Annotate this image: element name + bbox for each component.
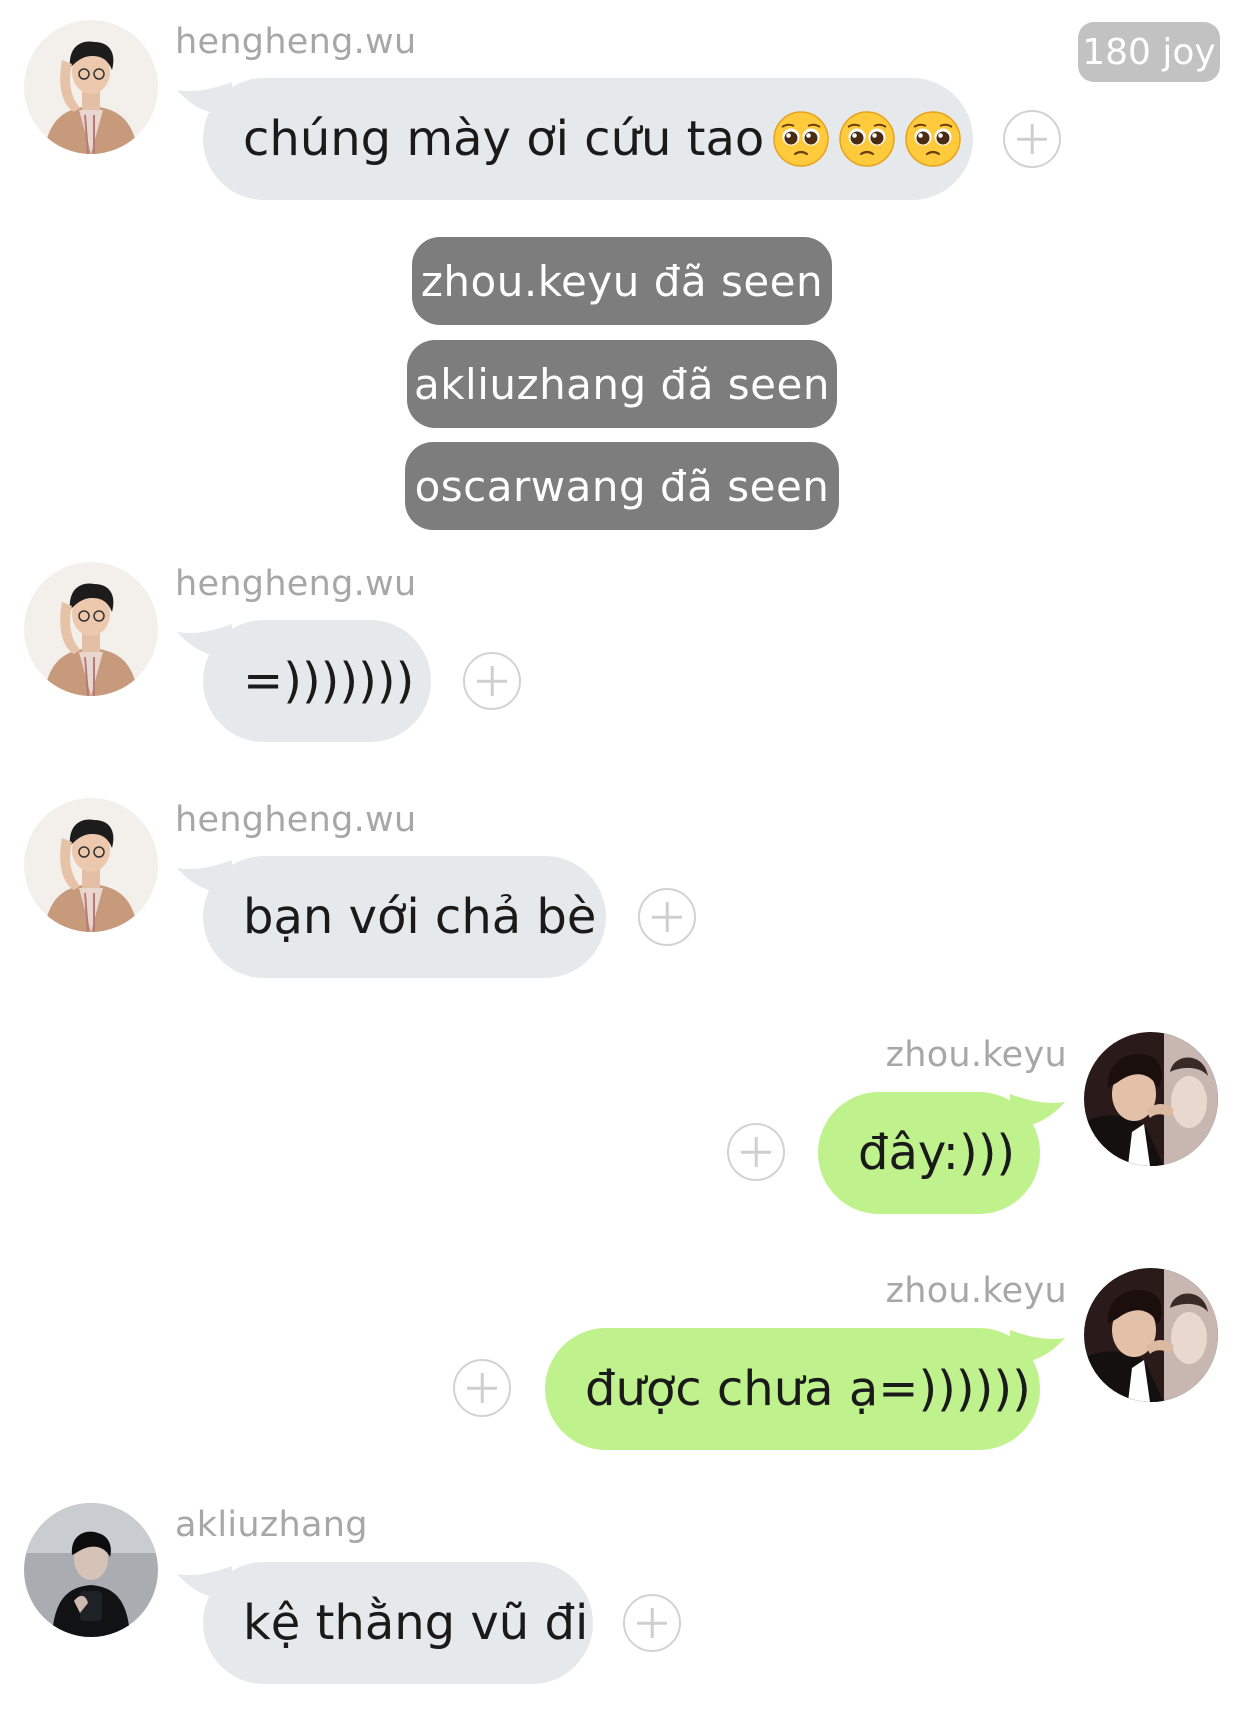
seen-chip: oscarwang đã seen (405, 442, 839, 530)
plus-circle-icon[interactable] (727, 1123, 785, 1181)
avatar-hengheng-wu[interactable] (24, 20, 158, 154)
seen-chip: akliuzhang đã seen (407, 340, 837, 428)
avatar-hengheng-wu[interactable] (24, 798, 158, 932)
message-text: đây:))) (858, 1125, 1016, 1181)
avatar-akliuzhang[interactable] (24, 1503, 158, 1637)
avatar-zhou-keyu[interactable] (1084, 1268, 1218, 1402)
sender-name: hengheng.wu (175, 564, 417, 604)
message-bubble[interactable]: được chưa ạ=)))))) (545, 1328, 1040, 1450)
sender-name: hengheng.wu (175, 22, 417, 62)
message-text: chúng mày ơi cứu tao (243, 111, 765, 167)
joy-badge-label: 180 joy (1082, 31, 1216, 73)
plus-circle-icon[interactable] (463, 652, 521, 710)
message-text: được chưa ạ=)))))) (585, 1361, 1031, 1417)
plus-circle-icon[interactable] (453, 1359, 511, 1417)
seen-chip: zhou.keyu đã seen (412, 237, 832, 325)
avatar-hengheng-wu[interactable] (24, 562, 158, 696)
message-bubble[interactable]: =))))))) (203, 620, 431, 742)
avatar-zhou-keyu[interactable] (1084, 1032, 1218, 1166)
message-bubble[interactable]: đây:))) (818, 1092, 1040, 1214)
message-text: kệ thằng vũ đi (243, 1595, 589, 1651)
seen-text: oscarwang đã seen (414, 461, 830, 511)
sender-name: zhou.keyu (885, 1271, 1067, 1311)
plus-circle-icon[interactable] (623, 1594, 681, 1652)
seen-text: zhou.keyu đã seen (420, 256, 824, 306)
pleading-face-emoji (773, 110, 830, 168)
message-text: =))))))) (243, 653, 415, 709)
plus-circle-icon[interactable] (638, 888, 696, 946)
message-bubble[interactable]: chúng mày ơi cứu tao (203, 78, 973, 200)
pleading-face-emoji (905, 110, 962, 168)
sender-name: hengheng.wu (175, 800, 417, 840)
joy-badge: 180 joy (1078, 22, 1220, 82)
sender-name: akliuzhang (175, 1505, 368, 1545)
sender-name: zhou.keyu (885, 1035, 1067, 1075)
plus-circle-icon[interactable] (1003, 110, 1061, 168)
seen-text: akliuzhang đã seen (414, 359, 830, 409)
message-bubble[interactable]: kệ thằng vũ đi (203, 1562, 593, 1684)
message-text: bạn với chả bè (243, 889, 597, 945)
pleading-face-emoji (839, 110, 896, 168)
message-bubble[interactable]: bạn với chả bè (203, 856, 606, 978)
